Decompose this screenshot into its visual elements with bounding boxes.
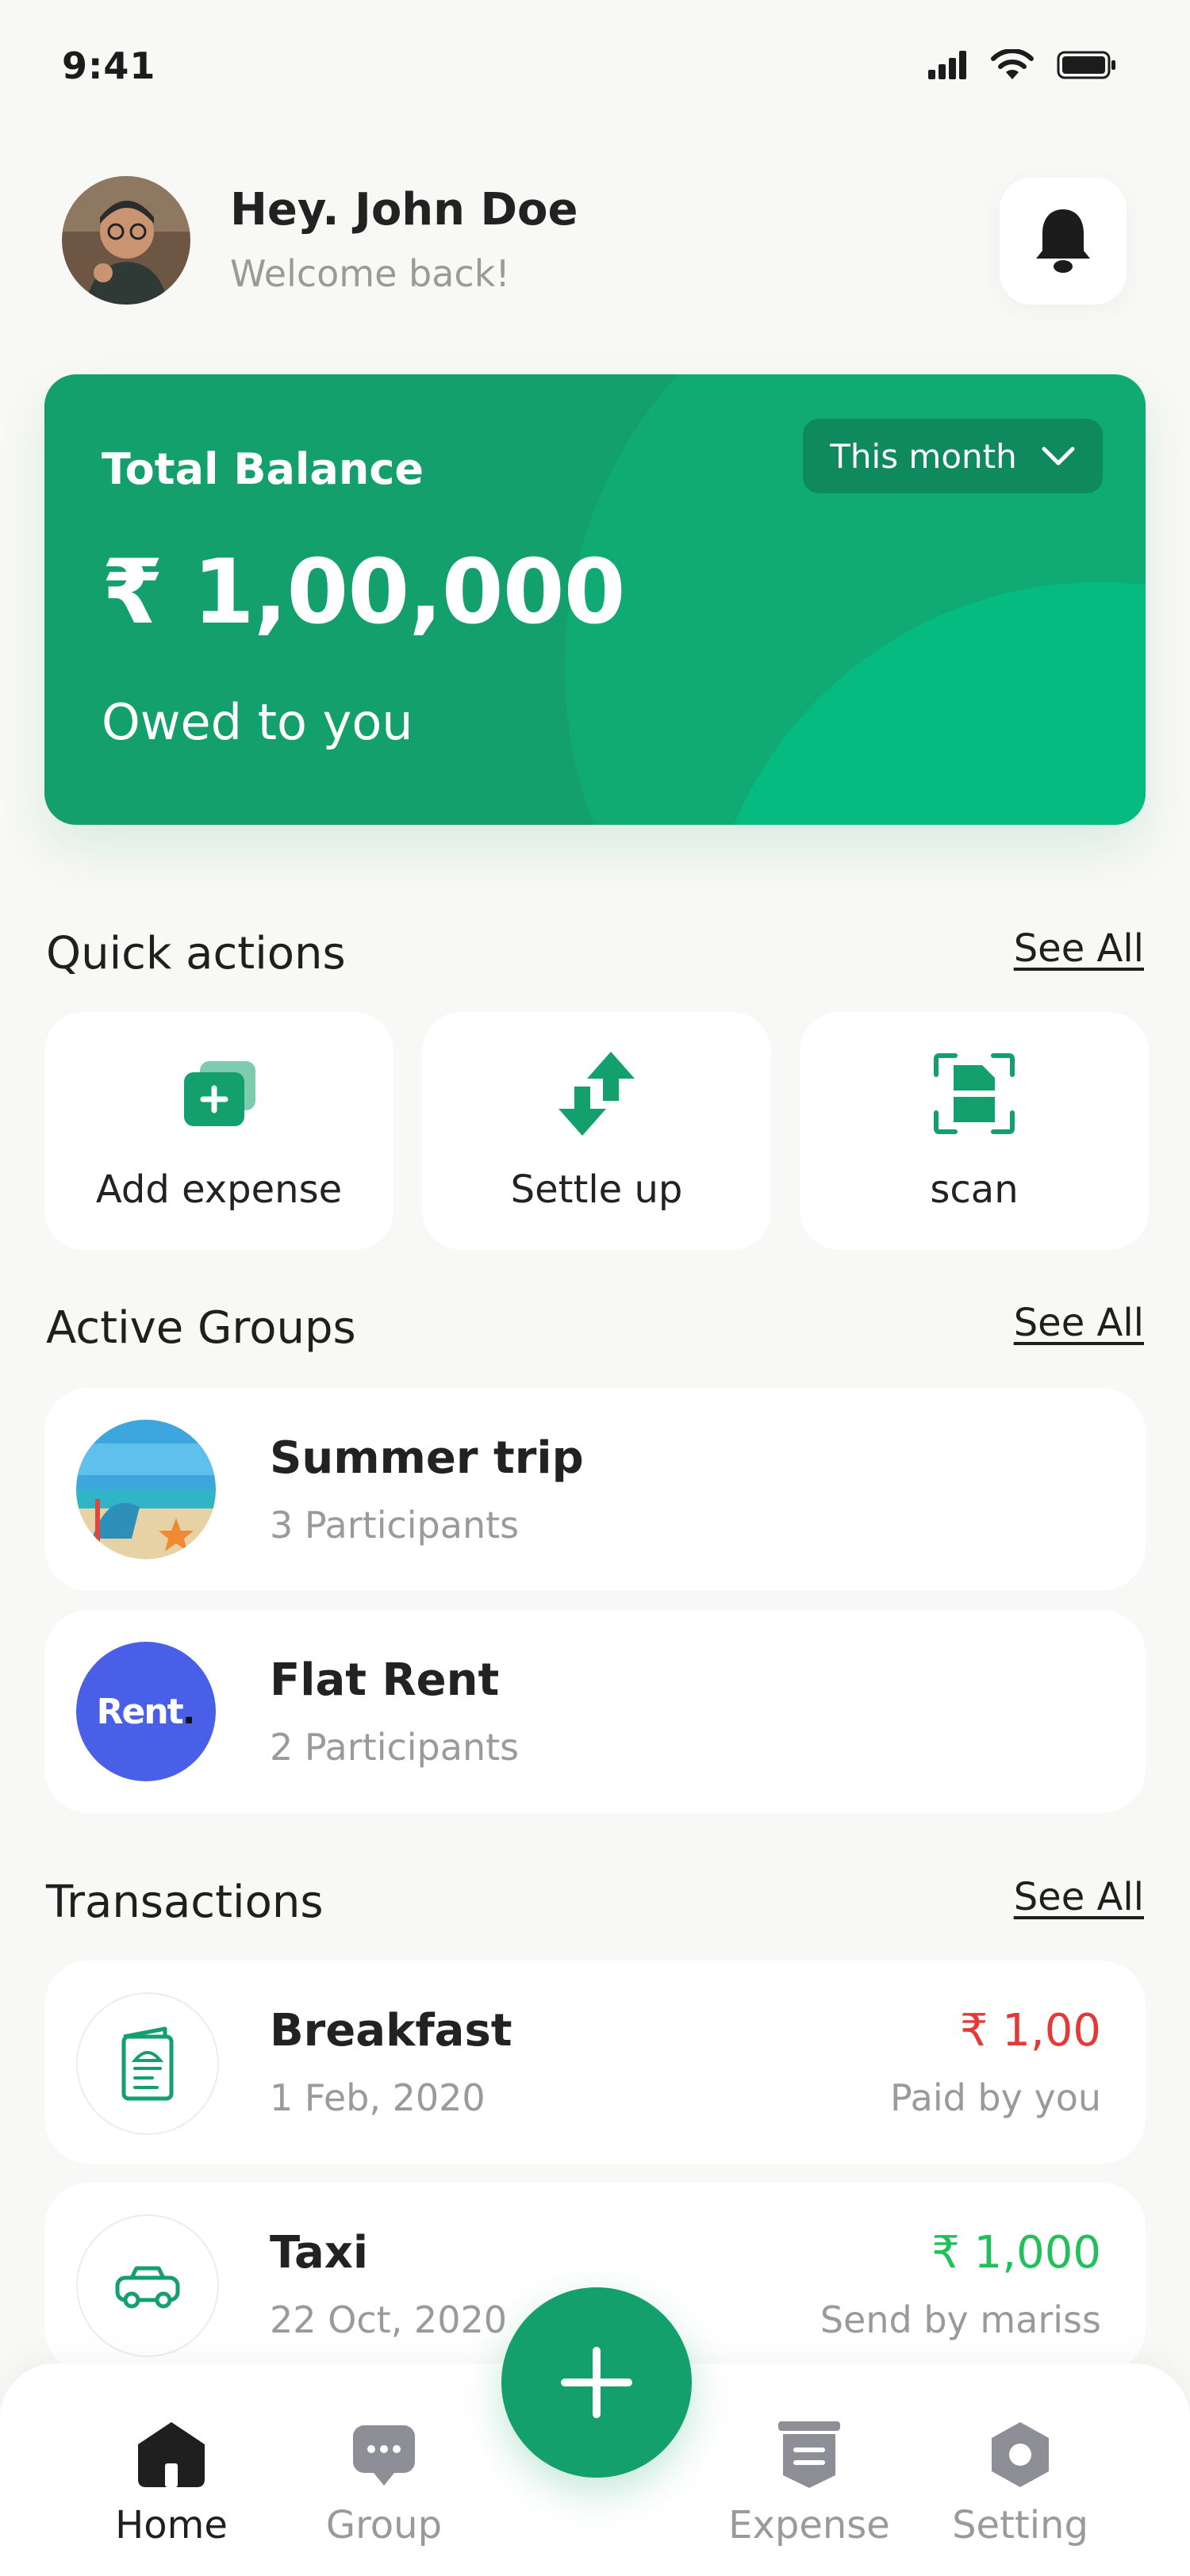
nav-label: Expense — [728, 2503, 890, 2547]
transaction-note: Paid by you — [889, 2076, 1101, 2119]
transactions-title: Transactions — [46, 1876, 324, 1928]
add-fab-button[interactable] — [501, 2287, 692, 2478]
active-groups-title: Active Groups — [46, 1302, 356, 1354]
avatar[interactable] — [62, 176, 190, 305]
nav-label: Group — [325, 2503, 443, 2547]
period-dropdown[interactable]: This month — [803, 419, 1103, 493]
quick-actions-title: Quick actions — [46, 928, 346, 979]
chevron-down-icon — [1042, 447, 1075, 466]
settle-up-label: Settle up — [510, 1167, 683, 1212]
battery-icon — [1057, 51, 1115, 79]
expense-icon — [722, 2411, 896, 2498]
scan-label: scan — [930, 1167, 1019, 1212]
add-expense-label: Add expense — [95, 1167, 343, 1212]
receipt-icon — [76, 1992, 219, 2135]
bell-icon — [1036, 209, 1090, 273]
group-participants: 2 Participants — [270, 1726, 520, 1769]
nav-home[interactable]: Home — [84, 2411, 259, 2547]
taxi-icon — [76, 2214, 219, 2357]
transaction-date: 22 Oct, 2020 — [270, 2298, 507, 2341]
nav-expense[interactable]: Expense — [722, 2411, 896, 2547]
group-item-summer-trip[interactable]: Summer trip 3 Participants — [44, 1388, 1146, 1591]
transaction-date: 1 Feb, 2020 — [270, 2076, 486, 2119]
scan-button[interactable]: scan — [800, 1012, 1149, 1250]
plus-icon — [561, 2347, 632, 2418]
active-groups-see-all[interactable]: See All — [1014, 1301, 1144, 1345]
group-participants: 3 Participants — [270, 1504, 520, 1547]
status-icons — [928, 49, 1117, 81]
transaction-amount: ₹ 1,000 — [931, 2227, 1101, 2279]
rent-logo: Rent. — [76, 1642, 216, 1781]
status-time: 9:41 — [62, 44, 156, 87]
add-expense-button[interactable]: Add expense — [44, 1012, 393, 1250]
balance-title: Total Balance — [102, 444, 424, 494]
welcome-text: Welcome back! — [230, 252, 510, 295]
group-item-flat-rent[interactable]: Rent. Flat Rent 2 Participants — [44, 1610, 1146, 1813]
transactions-see-all[interactable]: See All — [1014, 1875, 1144, 1919]
transaction-amount: ₹ 1,00 — [959, 2005, 1101, 2057]
setting-icon — [933, 2411, 1107, 2498]
nav-label: Home — [115, 2503, 228, 2547]
transaction-note: Send by mariss — [820, 2298, 1101, 2341]
add-expense-icon — [175, 1050, 263, 1137]
group-name: Summer trip — [270, 1432, 584, 1484]
nav-group[interactable]: Group — [297, 2411, 471, 2547]
period-label: This month — [830, 436, 1017, 476]
balance-amount: ₹ 1,00,000 — [102, 541, 626, 644]
group-name: Flat Rent — [270, 1654, 500, 1706]
balance-subtitle: Owed to you — [102, 693, 413, 751]
notification-button[interactable] — [1000, 178, 1127, 305]
nav-label: Setting — [952, 2503, 1088, 2547]
quick-actions-see-all[interactable]: See All — [1014, 926, 1144, 971]
balance-card[interactable]: Total Balance ₹ 1,00,000 Owed to you Thi… — [44, 374, 1146, 825]
chat-icon — [297, 2411, 471, 2498]
scan-icon — [931, 1050, 1018, 1137]
rent-logo-text: Rent — [96, 1691, 184, 1732]
settle-up-icon — [553, 1050, 640, 1137]
transaction-name: Breakfast — [270, 2005, 512, 2057]
home-icon — [84, 2411, 259, 2498]
settle-up-button[interactable]: Settle up — [422, 1012, 771, 1250]
transaction-item-breakfast[interactable]: Breakfast 1 Feb, 2020 ₹ 1,00 Paid by you — [44, 1961, 1146, 2164]
nav-setting[interactable]: Setting — [933, 2411, 1107, 2547]
signal-icon — [928, 51, 966, 79]
wifi-icon — [991, 49, 1034, 79]
greeting: Hey. John Doe — [230, 184, 578, 236]
transaction-name: Taxi — [270, 2227, 369, 2279]
beach-image — [76, 1420, 216, 1559]
